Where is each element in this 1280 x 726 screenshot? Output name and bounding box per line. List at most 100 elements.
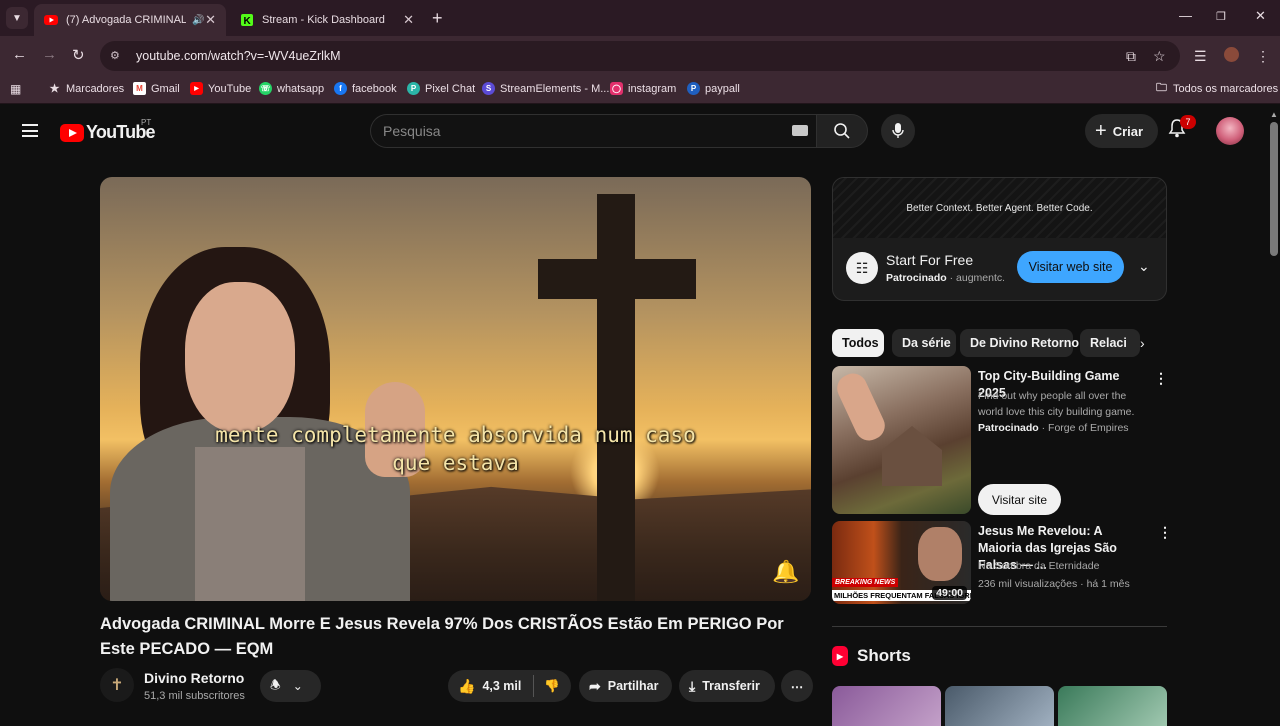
bookmarks-bar: ▦ ★ Marcadores M Gmail ▶ YouTube ☏ whatsapp … — [0, 76, 1280, 104]
restore-icon[interactable]: ❐ — [1216, 10, 1226, 23]
menu-hamburger-icon[interactable] — [22, 124, 38, 137]
cross-horizontal-beam — [538, 259, 696, 299]
paypal-icon: P — [687, 82, 700, 95]
search-placeholder: Pesquisa — [383, 123, 441, 139]
youtube-logo[interactable]: YouTube PT — [60, 118, 156, 143]
bookmark-pixel-chat[interactable]: P Pixel Chat — [407, 82, 475, 95]
site-info-icon[interactable]: ⚙ — [110, 49, 124, 63]
new-tab-icon[interactable]: + — [432, 8, 443, 28]
chip-da-serie[interactable]: Da série — [892, 329, 956, 357]
video-player[interactable]: mente completamente absorvida num caso q… — [100, 177, 811, 601]
bookmark-whatsapp[interactable]: ☏ whatsapp — [259, 82, 324, 95]
game-thumbnail[interactable] — [832, 366, 971, 514]
youtube-masthead: YouTube PT Pesquisa + Criar — [0, 104, 1280, 160]
youtube-play-icon — [60, 123, 84, 142]
search-input[interactable]: Pesquisa — [370, 114, 816, 148]
forward-icon[interactable]: → — [42, 46, 57, 63]
bookmark-gmail[interactable]: M Gmail — [133, 82, 180, 95]
chip-de-divino-retorno[interactable]: De Divino Retorno — [960, 329, 1079, 357]
dislike-icon[interactable]: 👎 — [544, 679, 560, 694]
more-actions-button[interactable]: ⋯ — [781, 670, 813, 702]
whatsapp-icon: ☏ — [259, 82, 272, 95]
bookmark-facebook[interactable]: f facebook — [334, 82, 397, 95]
tab-kick-dashboard[interactable]: K Stream - Kick Dashboard ✕ — [230, 4, 424, 36]
short-thumbnail[interactable] — [1058, 686, 1167, 726]
chip-todos[interactable]: Todos — [832, 329, 884, 357]
like-count[interactable]: 4,3 mil — [482, 679, 521, 693]
like-icon[interactable]: 👍 — [458, 678, 475, 695]
video-duration: 49:00 — [932, 586, 967, 600]
reload-icon[interactable]: ↻ — [72, 46, 85, 64]
bookmark-youtube[interactable]: ▶ YouTube — [190, 82, 251, 95]
channel-name[interactable]: Divino Retorno — [144, 670, 244, 686]
share-icon: ➦ — [589, 677, 601, 694]
like-dislike-group: 👍 4,3 mil 👎 — [448, 670, 571, 702]
install-app-icon[interactable]: ⧉ — [1126, 48, 1136, 65]
bookmark-star-icon[interactable]: ☆ — [1153, 48, 1166, 65]
profile-avatar-icon[interactable] — [1224, 47, 1239, 62]
short-thumbnail[interactable] — [832, 686, 941, 726]
account-avatar[interactable] — [1216, 117, 1244, 145]
back-icon[interactable]: ← — [12, 46, 27, 63]
url-text: youtube.com/watch?v=-WV4ueZrlkM — [136, 49, 341, 63]
apps-grid-icon[interactable]: ▦ — [10, 82, 21, 96]
close-tab-icon[interactable]: ✕ — [403, 12, 414, 28]
download-button[interactable]: ⤓ Transferir — [679, 670, 775, 702]
recommendation-channel[interactable]: Na Sombra da Eternidade — [978, 558, 1148, 574]
more-vertical-icon[interactable]: ⋮ — [1158, 524, 1172, 541]
star-icon: ★ — [49, 83, 60, 95]
short-thumbnail[interactable] — [945, 686, 1054, 726]
ad-title: Start For Free — [886, 252, 974, 268]
media-control-icon[interactable]: ☰ — [1194, 48, 1207, 65]
keyboard-icon[interactable] — [792, 125, 808, 136]
youtube-favicon-icon — [44, 13, 58, 27]
all-bookmarks-folder[interactable]: 🗀 Todos os marcadores — [1155, 82, 1278, 95]
video-title: Advogada CRIMINAL Morre E Jesus Revela 9… — [100, 615, 784, 658]
video-recommendation[interactable]: BREAKING NEWS MILHÕES FREQUENTAM FALSAS … — [832, 521, 1172, 607]
close-tab-icon[interactable]: ✕ — [205, 12, 216, 28]
section-divider — [832, 626, 1167, 627]
shorts-logo-icon: ▶ — [832, 646, 848, 666]
bookmark-streamelements[interactable]: S StreamElements - M... — [482, 82, 609, 95]
minimize-icon[interactable]: — — [1179, 8, 1192, 23]
browser-menu-icon[interactable]: ⋮ — [1256, 48, 1270, 65]
close-window-icon[interactable]: ✕ — [1255, 8, 1266, 24]
subscription-notification-button[interactable]: 🕭 ⌄ — [260, 670, 321, 702]
video-thumbnail[interactable]: BREAKING NEWS MILHÕES FREQUENTAM FALSAS … — [832, 521, 971, 604]
chevron-right-icon[interactable]: › — [1140, 335, 1145, 351]
tab-youtube-video[interactable]: (7) Advogada CRIMINAL M 🔊 ✕ — [34, 4, 226, 36]
bookmark-instagram[interactable]: ◯ instagram — [610, 82, 676, 95]
bell-icon: 🕭 — [270, 677, 281, 692]
thumbnail-hand — [832, 368, 890, 446]
chevron-down-icon[interactable]: ⌄ — [1138, 258, 1150, 275]
folder-icon: 🗀 — [1156, 82, 1167, 94]
instagram-icon: ◯ — [610, 82, 623, 95]
search-button[interactable] — [816, 114, 868, 148]
more-vertical-icon[interactable]: ⋮ — [1154, 370, 1168, 387]
recommendation-stats: 236 mil visualizações · há 1 mês — [978, 578, 1130, 590]
create-button[interactable]: + Criar — [1085, 114, 1158, 148]
chip-relacionados[interactable]: Relaci — [1080, 329, 1140, 357]
bookmark-paypal[interactable]: Ppaypall — [687, 82, 740, 95]
presenter-face — [185, 282, 295, 432]
download-icon: ⤓ — [689, 677, 696, 694]
bookmark-marcadores[interactable]: ★ Marcadores — [48, 82, 125, 96]
youtube-icon: ▶ — [190, 82, 203, 95]
tab-title: Stream - Kick Dashboard — [262, 14, 385, 26]
address-bar[interactable]: ⚙ youtube.com/watch?v=-WV4ueZrlkM — [100, 41, 1180, 71]
svg-text:K: K — [244, 16, 252, 26]
share-button[interactable]: ➦ Partilhar — [579, 670, 672, 702]
speaker-icon[interactable]: 🔊 — [192, 15, 204, 26]
visit-site-button[interactable]: Visitar site — [978, 484, 1061, 515]
tab-search-icon[interactable]: ▼ — [6, 7, 28, 29]
scroll-up-arrow-icon[interactable]: ▲ — [1270, 110, 1278, 119]
video-caption: mente completamente absorvida num caso q… — [215, 423, 696, 475]
kick-favicon-icon: K — [240, 13, 254, 27]
visit-website-button[interactable]: Visitar web site — [1017, 251, 1124, 283]
country-code: PT — [141, 118, 152, 127]
channel-avatar[interactable]: ✝ — [100, 668, 134, 702]
sponsored-ad-card[interactable]: Better Context. Better Agent. Better Cod… — [832, 177, 1167, 301]
page-scrollbar[interactable] — [1270, 122, 1278, 256]
sponsored-recommendation[interactable]: Top City-Building Game 2025 Find out why… — [832, 366, 1168, 516]
voice-search-button[interactable] — [881, 114, 915, 148]
